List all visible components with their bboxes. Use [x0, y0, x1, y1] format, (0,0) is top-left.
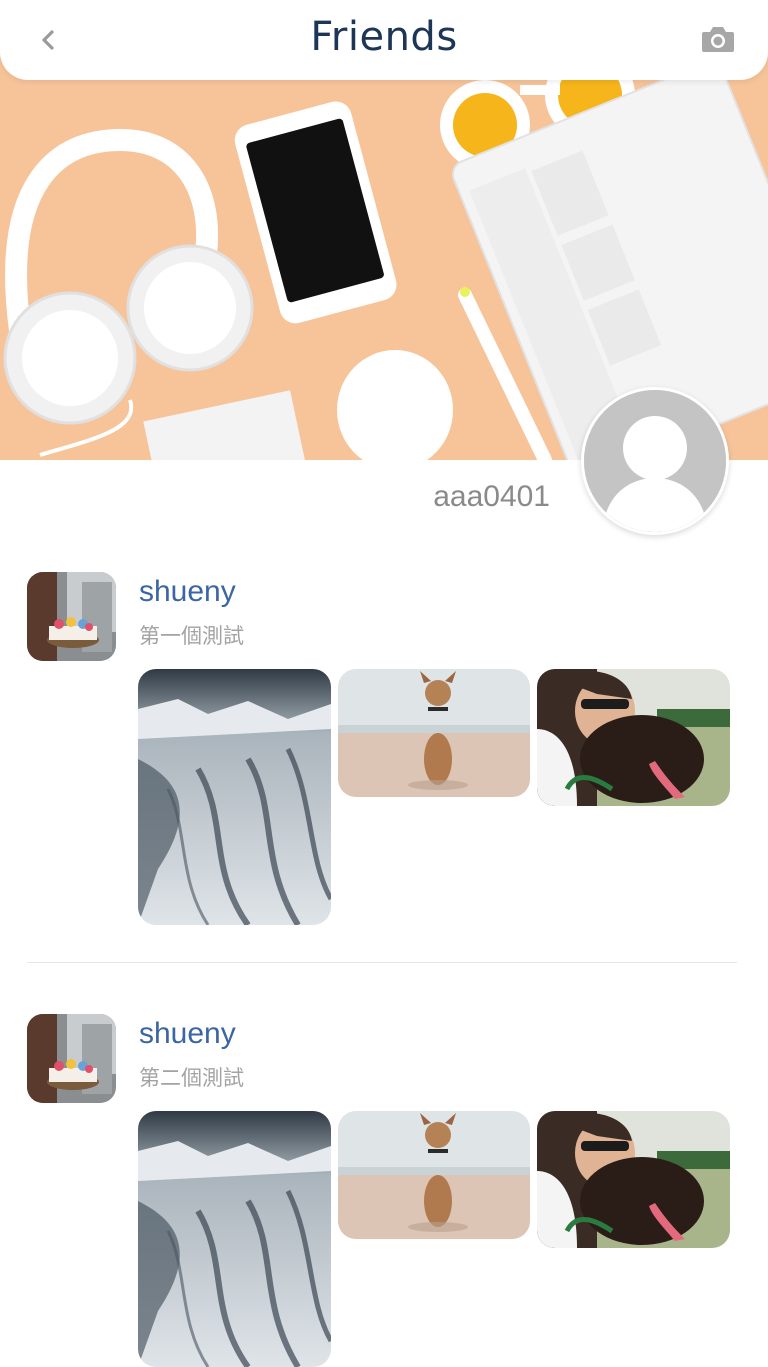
- camera-button[interactable]: [700, 24, 736, 56]
- post-text: 第一個測試: [139, 624, 244, 648]
- cake-avatar-image: [27, 1014, 116, 1103]
- post-divider: [27, 962, 737, 963]
- post-photo-woman-dog[interactable]: [537, 669, 730, 806]
- profile-avatar[interactable]: [581, 387, 729, 535]
- user-silhouette-icon: [584, 390, 726, 532]
- post-author-name[interactable]: shueny: [139, 1017, 236, 1051]
- post-card: shueny 第二個測試: [0, 1014, 768, 1367]
- profile-username: aaa0401: [433, 480, 550, 513]
- cake-avatar-image: [27, 572, 116, 661]
- post-photo-dog-beach[interactable]: [338, 669, 530, 797]
- post-text: 第二個測試: [139, 1066, 244, 1090]
- post-author-avatar[interactable]: [27, 572, 116, 661]
- post-photo-glacier[interactable]: [138, 669, 331, 925]
- post-photo-dog-beach[interactable]: [338, 1111, 530, 1239]
- post-photo-glacier[interactable]: [138, 1111, 331, 1367]
- page-title: Friends: [310, 14, 458, 60]
- post-photo-woman-dog[interactable]: [537, 1111, 730, 1248]
- post-author-name[interactable]: shueny: [139, 575, 236, 609]
- top-bar: Friends: [0, 0, 768, 80]
- post-card: shueny 第一個測試: [0, 572, 768, 932]
- camera-icon: [702, 27, 734, 52]
- post-author-avatar[interactable]: [27, 1014, 116, 1103]
